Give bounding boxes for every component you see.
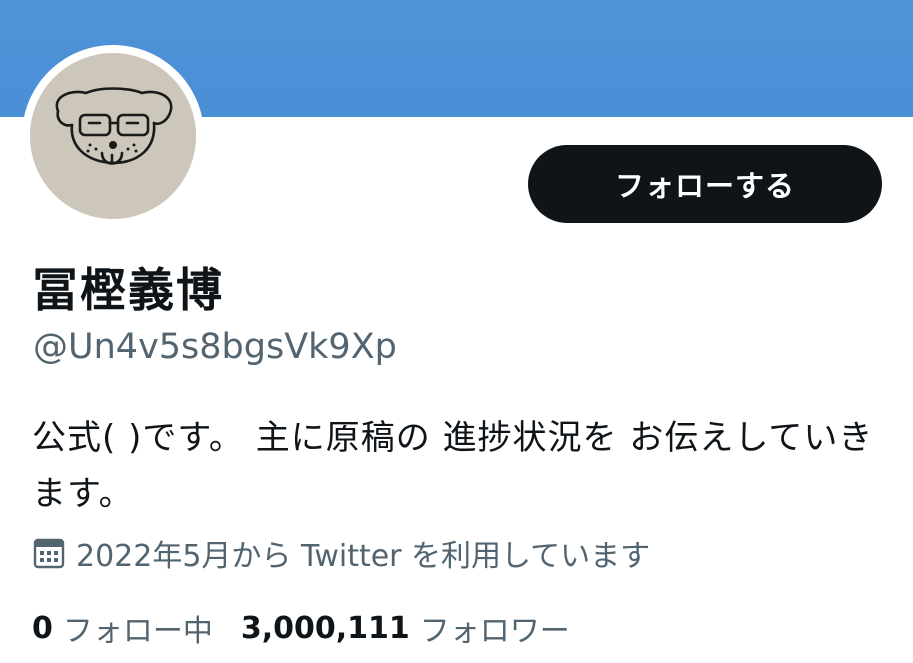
following-count: 0 <box>32 610 53 646</box>
joined-text: 2022年5月から Twitter を利用しています <box>76 539 651 574</box>
profile-stats: 0 フォロー中 3,000,111 フォロワー <box>32 606 570 650</box>
followers-label: フォロワー <box>419 614 570 649</box>
user-handle: @Un4v5s8bgsVk9Xp <box>33 327 397 367</box>
display-name: 冨樫義博 <box>32 263 224 317</box>
followers-link[interactable]: 3,000,111 フォロワー <box>241 606 570 650</box>
joined-date: 2022年5月から Twitter を利用しています <box>32 533 651 574</box>
following-label: フォロー中 <box>62 614 213 649</box>
cartoon-face-avatar-icon <box>30 53 196 219</box>
profile-bio: 公式( )です。 主に原稿の 進捗状況を お伝えしていきます。 <box>32 418 874 514</box>
avatar[interactable] <box>30 53 196 219</box>
following-link[interactable]: 0 フォロー中 <box>32 606 213 650</box>
calendar-icon <box>33 538 65 569</box>
followers-count: 3,000,111 <box>240 610 410 646</box>
follow-button[interactable]: フォローする <box>528 145 882 223</box>
